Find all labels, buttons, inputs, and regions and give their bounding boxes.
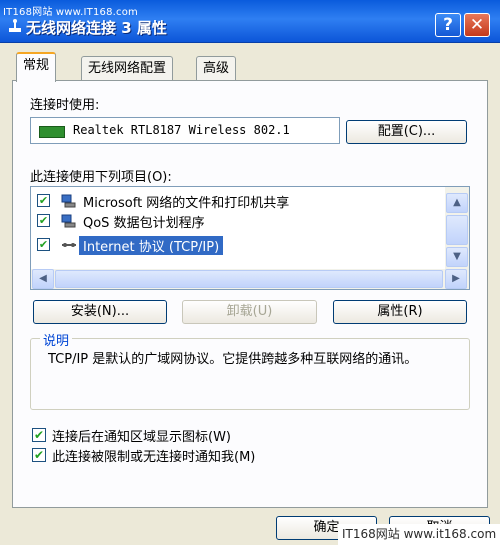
adapter-name: Realtek RTL8187 Wireless 802.1 [73, 123, 290, 137]
close-button[interactable]: ✕ [464, 13, 490, 37]
list-item-label: Internet 协议 (TCP/IP) [79, 236, 224, 255]
horizontal-scrollbar[interactable]: ◀ ▶ [31, 269, 469, 289]
protocol-icon [62, 243, 76, 247]
description-title: 说明 [40, 330, 73, 349]
configure-button[interactable]: 配置(C)... [346, 120, 467, 144]
adapter-field: Realtek RTL8187 Wireless 802.1 [30, 117, 340, 144]
components-label: 此连接使用下列项目(O): [30, 170, 172, 185]
install-button[interactable]: 安装(N)... [33, 300, 167, 324]
description-text: TCP/IP 是默认的广域网协议。它提供跨越多种互联网络的通讯。 [48, 352, 418, 367]
watermark-bottom: IT168网站 www.it168.com [338, 524, 500, 545]
list-item-checkbox[interactable]: ✔ [37, 194, 50, 207]
vertical-scrollbar[interactable]: ▲ ▼ [445, 187, 469, 271]
scroll-right-icon[interactable]: ▶ [445, 269, 467, 289]
scroll-up-icon[interactable]: ▲ [446, 193, 468, 213]
title-bar[interactable]: IT168网站 www.IT168.com 无线网络连接 3 属性 ? ✕ [0, 0, 500, 43]
properties-button[interactable]: 属性(R) [333, 300, 467, 324]
network-card-icon [39, 126, 65, 138]
notify-label[interactable]: 此连接被限制或无连接时通知我(M) [52, 446, 255, 465]
uninstall-button[interactable]: 卸载(U) [182, 300, 317, 324]
notify-checkbox[interactable]: ✔ [32, 448, 46, 462]
network-share-icon [61, 194, 76, 208]
network-connection-icon [9, 19, 21, 32]
list-item[interactable]: ✔ QoS 数据包计划程序 [31, 211, 441, 231]
components-list[interactable]: ✔ Microsoft 网络的文件和打印机共享 ✔ QoS 数据包计划程序 ✔ … [30, 186, 470, 290]
show-icon-checkbox[interactable]: ✔ [32, 428, 46, 442]
scroll-left-icon[interactable]: ◀ [32, 269, 54, 289]
connect-using-label: 连接时使用: [30, 98, 100, 113]
description-group [30, 338, 470, 410]
list-item-checkbox[interactable]: ✔ [37, 214, 50, 227]
list-item-label: QoS 数据包计划程序 [83, 216, 205, 231]
list-item-label: Microsoft 网络的文件和打印机共享 [83, 196, 290, 211]
qos-icon [61, 214, 76, 228]
tab-wireless-config[interactable]: 无线网络配置 [81, 56, 174, 80]
list-item[interactable]: ✔ Internet 协议 (TCP/IP) [31, 235, 441, 255]
list-item-checkbox[interactable]: ✔ [37, 238, 50, 251]
scroll-thumb-horizontal[interactable] [55, 270, 443, 288]
help-button[interactable]: ? [435, 13, 461, 37]
show-icon-label[interactable]: 连接后在通知区域显示图标(W) [52, 426, 231, 445]
scroll-thumb[interactable] [446, 215, 468, 245]
list-item[interactable]: ✔ Microsoft 网络的文件和打印机共享 [31, 191, 441, 211]
scroll-down-icon[interactable]: ▼ [446, 247, 468, 267]
properties-window: IT168网站 www.IT168.com 无线网络连接 3 属性 ? ✕ 常规… [0, 0, 500, 545]
tab-general[interactable]: 常规 [16, 52, 57, 82]
tab-advanced[interactable]: 高级 [196, 56, 237, 80]
window-title: 无线网络连接 3 属性 [26, 19, 167, 37]
watermark-top: IT168网站 www.IT168.com [3, 7, 139, 18]
